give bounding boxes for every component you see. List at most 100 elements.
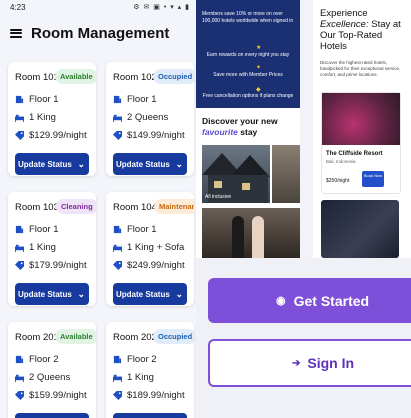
building-icon <box>15 225 24 234</box>
room-card[interactable]: Room 101 Available Floor 1 1 King $129.99/ni… <box>8 62 96 176</box>
room-card[interactable]: Room 201 Available Floor 2 2 Queens $159.99/… <box>8 322 96 418</box>
tag-icon: ✦ <box>256 65 262 71</box>
perk-1: Earn rewards on every night you stay <box>206 52 290 58</box>
property-photo[interactable]: All inclusive <box>202 145 270 203</box>
room-price: $249.99/night <box>113 260 185 271</box>
chevron-down-icon: ⌄ <box>77 288 85 299</box>
book-now-button[interactable]: Book Now <box>362 171 384 187</box>
room-price: $159.99/night <box>15 390 87 401</box>
building-icon <box>113 95 122 104</box>
room-name: Room 103 <box>15 202 59 213</box>
chevron-down-icon: ⌄ <box>175 288 183 299</box>
get-started-label: Get Started <box>293 292 370 309</box>
room-beds: 1 King + Sofa <box>113 242 184 253</box>
room-beds: 2 Queens <box>113 112 168 123</box>
photo-tag: All inclusive <box>205 194 232 200</box>
top-hotels-panel: Experience Excellence: Stay at Our Top-Ra… <box>313 0 411 258</box>
room-beds: 2 Queens <box>15 372 70 383</box>
room-beds: 1 King <box>113 372 154 383</box>
member-text: Members save 10% or more on over 100,000… <box>202 11 294 24</box>
price-tag-icon <box>15 131 24 140</box>
room-card[interactable]: Room 202 Occupied Floor 2 1 King $189.99/nig… <box>106 322 194 418</box>
status-badge: Available <box>55 329 96 344</box>
room-price: $129.99/night <box>15 130 87 141</box>
chevron-down-icon: ⌄ <box>175 158 183 169</box>
room-price: $149.99/night <box>113 130 185 141</box>
room-floor: Floor 2 <box>113 354 157 365</box>
update-status-button[interactable]: Update Status⌄ <box>15 413 89 418</box>
room-card[interactable]: Room 104Maintenance Floor 1 1 King + Sofa $… <box>106 192 194 306</box>
promo-panel: Members save 10% or more on over 100,000… <box>196 0 300 258</box>
status-badge: Occupied <box>153 69 194 84</box>
building-icon <box>15 95 24 104</box>
perk-2: Save more with Member Prices <box>213 72 283 78</box>
update-status-button[interactable]: Update Status⌄ <box>113 283 187 305</box>
room-beds: 1 King <box>15 242 56 253</box>
price-tag-icon <box>15 391 24 400</box>
menu-icon[interactable] <box>10 28 22 38</box>
room-card[interactable]: Room 103 Cleaning Floor 1 1 King $179.99/nig… <box>8 192 96 306</box>
update-status-button[interactable]: Update Status⌄ <box>15 283 89 305</box>
room-price: $189.99/night <box>113 390 185 401</box>
status-bar: 4:23 ⚙ ✉ ▣ • ▾ ▴ ▮ <box>0 0 196 18</box>
hotel-image <box>322 93 400 145</box>
auth-panel: ◉ Get Started ➔ Sign In <box>196 258 411 418</box>
status-time: 4:23 <box>10 3 26 12</box>
room-beds: 1 King <box>15 112 56 123</box>
people-photo[interactable] <box>202 208 300 258</box>
hotels-subtitle: Discover the highest-rated hotels, handp… <box>320 60 401 77</box>
price-tag-icon <box>113 261 122 270</box>
bed-icon <box>15 244 24 252</box>
room-floor: Floor 1 <box>15 224 59 235</box>
room-floor: Floor 2 <box>15 354 59 365</box>
price-tag-icon <box>113 131 122 140</box>
status-badge: Occupied <box>153 329 194 344</box>
status-indicators: ⚙ ✉ ▣ • ▾ ▴ ▮ <box>133 4 190 11</box>
building-icon <box>113 225 122 234</box>
sign-in-label: Sign In <box>307 355 355 371</box>
room-name: Room 102 <box>113 72 157 83</box>
bed-icon <box>15 114 24 122</box>
status-badge: Available <box>55 69 96 84</box>
building-icon <box>113 355 122 364</box>
person-figure <box>252 216 264 258</box>
update-status-button[interactable]: Update Status⌄ <box>113 153 187 175</box>
room-name: Room 101 <box>15 72 59 83</box>
bed-icon <box>113 114 122 122</box>
room-floor: Floor 1 <box>15 94 59 105</box>
sign-in-button[interactable]: ➔ Sign In <box>208 339 411 387</box>
building-icon <box>15 355 24 364</box>
hotel-card-2[interactable] <box>321 200 399 258</box>
bed-icon <box>15 374 24 382</box>
room-name: Room 201 <box>15 332 59 343</box>
property-photo-2[interactable] <box>272 145 300 203</box>
room-price: $179.99/night <box>15 260 87 271</box>
calendar-icon: ◆ <box>256 87 261 93</box>
room-name: Room 104 <box>113 202 157 213</box>
price-tag-icon <box>15 261 24 270</box>
hotel-price: $250/night <box>326 178 350 184</box>
room-card[interactable]: Room 102 Occupied Floor 1 2 Queens $149.99/n… <box>106 62 194 176</box>
bed-icon <box>113 244 122 252</box>
room-name: Room 202 <box>113 332 157 343</box>
update-status-button[interactable]: Update Status⌄ <box>113 413 187 418</box>
update-status-button[interactable]: Update Status⌄ <box>15 153 89 175</box>
room-management-screen: 4:23 ⚙ ✉ ▣ • ▾ ▴ ▮ Room Management Room … <box>0 0 196 418</box>
sparkle-icon: ◉ <box>276 295 286 307</box>
chevron-down-icon: ⌄ <box>77 158 85 169</box>
status-badge: Cleaning <box>56 199 96 214</box>
person-figure <box>232 216 244 258</box>
status-badge: Maintenance <box>154 199 194 214</box>
page-title: Room Management <box>31 24 170 42</box>
price-tag-icon <box>113 391 122 400</box>
hotel-name: The Cliffside Resort <box>326 151 383 157</box>
perk-3: Free cancellation options if plans chang… <box>202 93 294 99</box>
hotel-location: Bali, Indonesia <box>326 159 356 164</box>
hotel-card[interactable]: The Cliffside Resort Bali, Indonesia $25… <box>321 92 401 194</box>
discover-heading: Discover your new favourite stay <box>202 116 278 137</box>
login-icon: ➔ <box>292 357 301 369</box>
member-banner: Members save 10% or more on over 100,000… <box>196 0 300 108</box>
room-floor: Floor 1 <box>113 94 157 105</box>
get-started-button[interactable]: ◉ Get Started <box>208 278 411 323</box>
room-floor: Floor 1 <box>113 224 157 235</box>
